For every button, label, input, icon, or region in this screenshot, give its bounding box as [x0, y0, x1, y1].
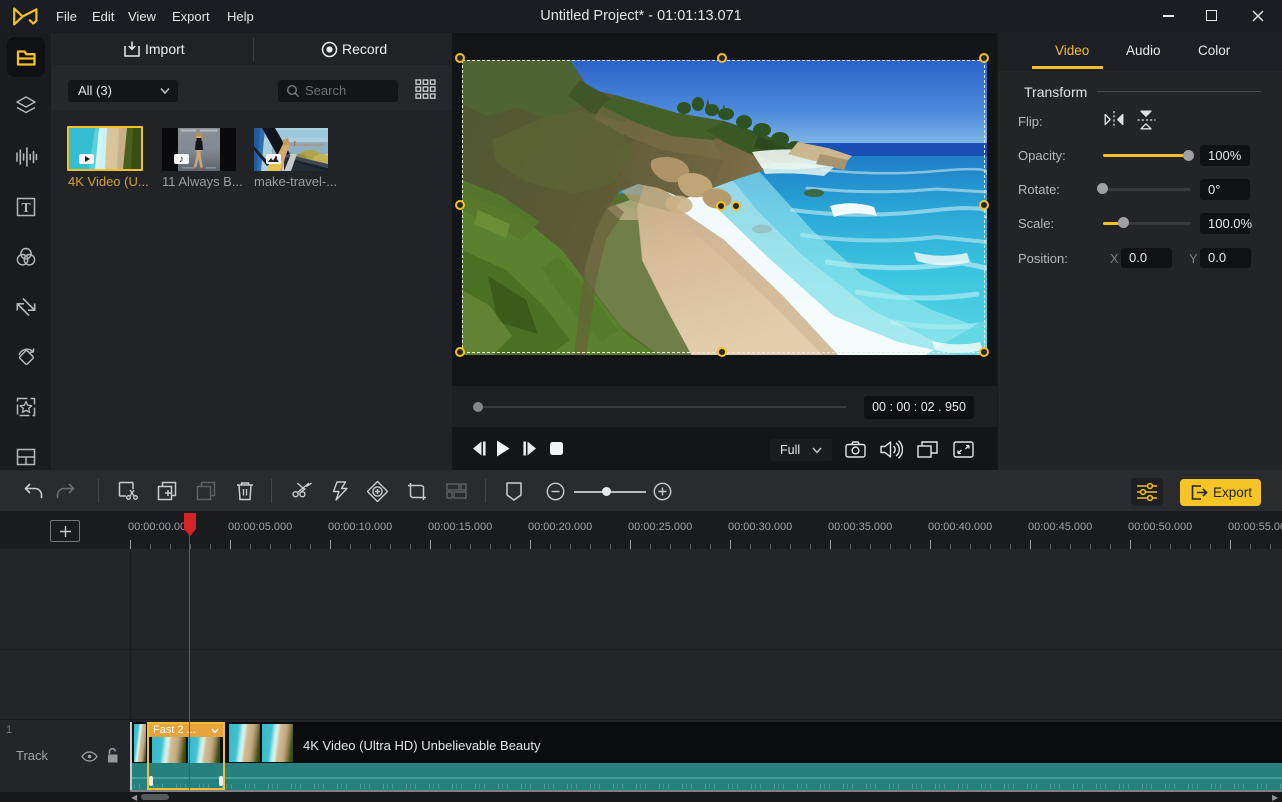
svg-text:T: T — [21, 200, 30, 215]
